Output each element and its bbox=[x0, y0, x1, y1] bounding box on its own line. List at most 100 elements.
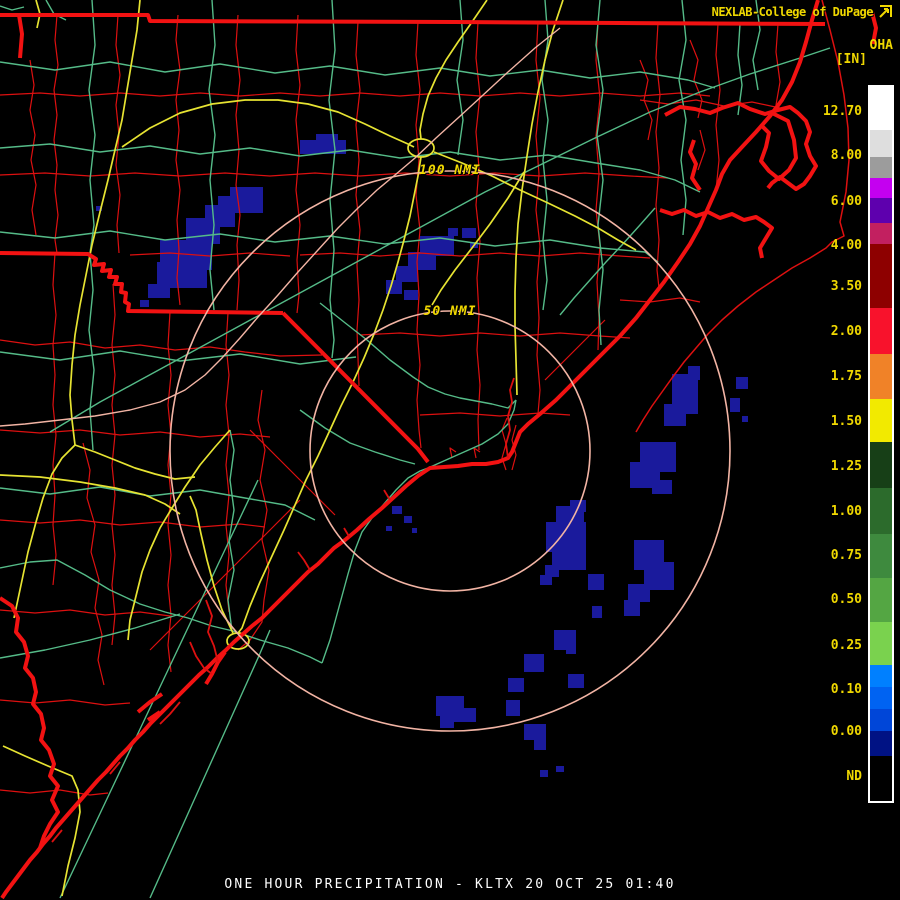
precip-echoes-cell bbox=[404, 290, 418, 300]
precip-echoes-cell bbox=[396, 266, 418, 282]
colorbar-block bbox=[870, 534, 892, 578]
roads-yellow-path bbox=[127, 429, 231, 641]
precip-echoes-cell bbox=[412, 528, 417, 533]
colorbar-block bbox=[870, 665, 892, 687]
precip-echoes-cell bbox=[462, 228, 476, 238]
precip-echoes-cell bbox=[545, 565, 559, 577]
precip-echoes-cell bbox=[664, 404, 686, 426]
roads-green-path bbox=[559, 207, 656, 316]
colorbar-block bbox=[870, 198, 892, 223]
product-caption: ONE HOUR PRECIPITATION - KLTX 20 OCT 25 … bbox=[224, 877, 676, 892]
estuary-rivers-thin-path bbox=[297, 489, 391, 571]
range-ring-label-100nmi: 100 NMI bbox=[419, 163, 481, 178]
precip-echoes-cell bbox=[628, 584, 650, 602]
city-beltways-ellipse bbox=[407, 138, 435, 158]
county-lines-path bbox=[0, 699, 131, 706]
precip-echoes-cell bbox=[404, 516, 412, 523]
precip-echoes-cell bbox=[440, 716, 454, 728]
roads-green-path bbox=[227, 429, 235, 632]
precip-echoes-cell bbox=[534, 740, 546, 750]
precip-echoes-cell bbox=[524, 654, 544, 672]
roads-yellow-path bbox=[237, 156, 422, 634]
estuary-rivers-thin-path bbox=[51, 701, 181, 843]
colorbar-unit-oha: OHA bbox=[869, 38, 893, 53]
county-lines-path bbox=[0, 92, 711, 97]
state-borders-coastline-path bbox=[688, 139, 702, 192]
county-lines-path bbox=[689, 39, 703, 119]
colorbar-block bbox=[870, 687, 892, 709]
precip-echoes-cell bbox=[566, 646, 576, 654]
county-lines-path bbox=[655, 22, 661, 289]
colorbar-block bbox=[870, 488, 892, 534]
roads-yellow-path bbox=[13, 444, 76, 619]
colorbar-block bbox=[870, 709, 892, 731]
external-link-icon bbox=[879, 5, 892, 18]
county-lines bbox=[0, 14, 781, 796]
state-borders-coastline-path bbox=[659, 208, 774, 259]
county-lines-path bbox=[237, 389, 270, 651]
radar-screen: 100 NMI 50 NMI NEXLAB-College of DuPage … bbox=[0, 0, 900, 900]
precip-echoes-cell bbox=[588, 574, 604, 590]
county-lines-path bbox=[0, 172, 669, 179]
county-lines-path bbox=[29, 59, 37, 236]
colorbar-block bbox=[870, 157, 892, 178]
roads-green-path bbox=[0, 230, 659, 263]
state-borders-coastline bbox=[0, 0, 878, 900]
colorbar-block bbox=[870, 442, 892, 488]
colorbar-block bbox=[870, 399, 892, 442]
estuary-rivers-thin bbox=[51, 377, 515, 843]
colorbar-block bbox=[870, 130, 892, 157]
outer-banks-barrier-path bbox=[635, 0, 850, 433]
estuary-rivers-thin-path bbox=[205, 599, 219, 663]
roads-green-path bbox=[678, 0, 687, 236]
county-lines-path bbox=[295, 14, 301, 314]
precip-echoes-cell bbox=[386, 526, 392, 531]
roads-yellow-path bbox=[121, 99, 415, 148]
county-lines-path bbox=[415, 21, 422, 449]
colorbar-block bbox=[870, 87, 892, 130]
precip-echoes-cell bbox=[392, 506, 402, 514]
precip-echoes-cell bbox=[508, 678, 524, 692]
precip-echoes-cell bbox=[556, 766, 564, 772]
county-lines-path bbox=[299, 252, 651, 259]
colorbar bbox=[868, 85, 894, 803]
precip-echoes-cell bbox=[736, 377, 748, 389]
county-lines-path bbox=[639, 99, 781, 109]
county-lines-path bbox=[53, 14, 59, 254]
roads-green bbox=[0, 0, 831, 899]
county-lines-path bbox=[535, 21, 541, 415]
precip-echoes-cell bbox=[140, 300, 149, 307]
county-lines-path bbox=[225, 312, 230, 613]
brand-title: NEXLAB-College of DuPage bbox=[711, 5, 874, 19]
precip-echoes-cell bbox=[624, 600, 640, 616]
roads-green-path bbox=[321, 399, 517, 664]
precip-echoes-cell bbox=[524, 724, 546, 740]
roads-green-path bbox=[88, 0, 96, 451]
roads-yellow-path bbox=[2, 745, 81, 897]
roads-green-path bbox=[328, 0, 336, 359]
roads-yellow-path bbox=[74, 444, 196, 480]
precip-echoes-cell bbox=[506, 700, 520, 716]
brand-title-bar: NEXLAB-College of DuPage bbox=[712, 4, 893, 20]
range-ring-label-50nmi: 50 NMI bbox=[423, 304, 477, 319]
colorbar-block bbox=[870, 731, 892, 756]
county-lines-path bbox=[0, 339, 323, 357]
county-lines-path bbox=[82, 442, 105, 686]
roads-green-path bbox=[0, 143, 701, 193]
radar-map bbox=[0, 0, 878, 900]
precip-echoes-cell bbox=[452, 708, 476, 722]
estuary-rivers-thin-path bbox=[189, 641, 213, 675]
colorbar-block bbox=[870, 178, 892, 198]
colorbar-block bbox=[870, 578, 892, 622]
colorbar-block bbox=[870, 354, 892, 399]
colorbar-block bbox=[870, 308, 892, 354]
precip-echoes-cell bbox=[448, 228, 458, 236]
colorbar-block bbox=[870, 223, 892, 244]
state-borders-coastline-path bbox=[281, 311, 430, 464]
county-lines-path bbox=[419, 412, 571, 417]
precip-echoes-cell bbox=[688, 366, 700, 380]
state-borders-coastline-path bbox=[0, 596, 60, 849]
precip-echoes-cell bbox=[148, 284, 170, 298]
colorbar-block bbox=[870, 244, 892, 308]
interstate-95 bbox=[0, 27, 561, 427]
